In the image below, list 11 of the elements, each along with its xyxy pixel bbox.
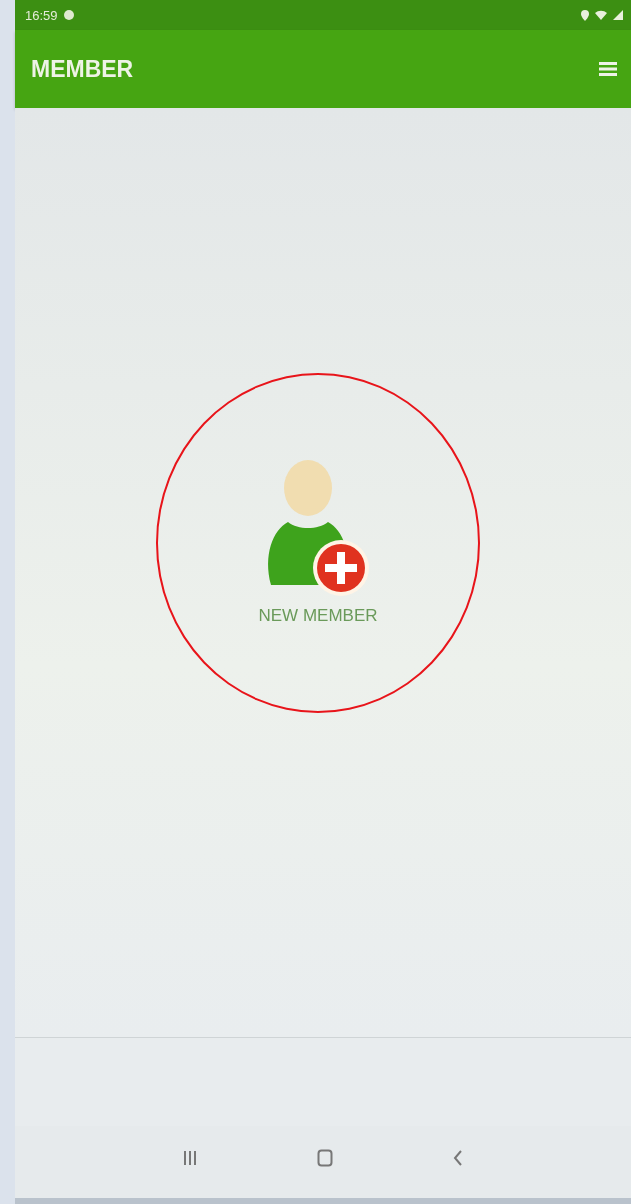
menu-icon[interactable]	[599, 61, 617, 77]
location-icon	[581, 9, 589, 21]
app-title: MEMBER	[31, 55, 134, 83]
recent-apps-icon[interactable]	[183, 1150, 197, 1166]
notification-icon	[63, 10, 74, 20]
home-icon[interactable]	[317, 1149, 333, 1167]
status-time: 16:59	[25, 7, 58, 23]
wifi-icon	[595, 10, 607, 20]
signal-icon	[613, 10, 623, 20]
back-icon[interactable]	[453, 1149, 463, 1167]
new-member-button[interactable]: NEW MEMBER	[258, 459, 378, 626]
